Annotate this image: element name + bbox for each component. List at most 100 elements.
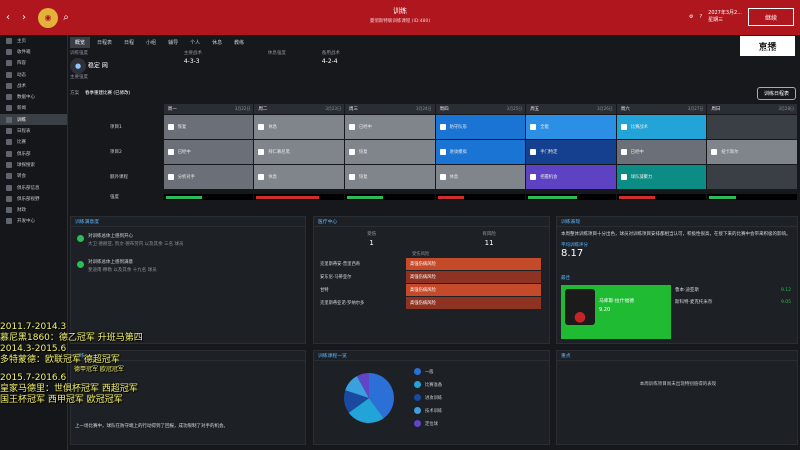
- session-icon: [620, 124, 627, 130]
- session-icon: [620, 149, 627, 155]
- day-header: 周四 3月25日: [435, 104, 526, 114]
- player-name: 克里斯蒂安·普里西奇: [320, 262, 361, 267]
- rank-row[interactable]: 鲁本·迪亚斯 9.12: [675, 285, 793, 295]
- training-session[interactable]: 已经中: [616, 140, 707, 164]
- injury-row[interactable]: 克里斯蒂亚诺·罗纳尔多 高强伤病风险: [314, 297, 549, 309]
- back-icon[interactable]: ‹: [0, 10, 16, 26]
- sidebar-item[interactable]: 转会: [0, 171, 67, 182]
- continue-button[interactable]: 继续: [748, 8, 794, 26]
- session-icon: [439, 149, 446, 155]
- overlay-line: 皇家马德里：世俱杯冠军 西超冠军: [0, 384, 138, 394]
- training-session[interactable]: 纽卡斯尔: [707, 140, 798, 164]
- overlay-line: 2015.7-2016.6: [0, 373, 67, 383]
- happy-icon: [77, 261, 84, 268]
- sidebar-item[interactable]: 俱乐部视野: [0, 193, 67, 204]
- session-icon: [530, 149, 537, 155]
- injury-row[interactable]: 甘特 高强伤病风险: [314, 284, 549, 296]
- search-icon[interactable]: ⌕: [58, 10, 74, 26]
- training-session[interactable]: 进攻模拟: [435, 140, 526, 164]
- sidebar-item[interactable]: 球探搜索: [0, 159, 67, 170]
- day-header: 周六 3月27日: [616, 104, 707, 114]
- schedule-button[interactable]: 训练日程表: [756, 87, 796, 100]
- sidebar-item-label: 战术: [17, 83, 26, 89]
- sidebar-item[interactable]: 主页: [0, 35, 67, 46]
- training-session[interactable]: 恢复: [344, 140, 435, 164]
- session-icon: [620, 174, 627, 180]
- day-header: 周一 3月22日: [163, 104, 254, 114]
- training-session[interactable]: 已经中: [163, 140, 254, 164]
- injury-row[interactable]: 克里斯蒂安·普里西奇 高强伤病风险: [314, 258, 549, 270]
- load-bar: [254, 194, 344, 200]
- sidebar-item[interactable]: 比赛: [0, 137, 67, 148]
- coach-icon: ●: [70, 58, 86, 74]
- training-session[interactable]: 已经中: [344, 115, 435, 139]
- tab-3[interactable]: 小组: [141, 37, 161, 48]
- sidebar-item[interactable]: 动态: [0, 69, 67, 80]
- nav-icon: [6, 48, 12, 55]
- medical-panel: 医疗中心 受伤 1 有风险 11 受伤风险 克里斯蒂安·普里西奇 高强伤病风险 安东尼·…: [313, 216, 550, 344]
- sidebar-item[interactable]: 数据中心: [0, 91, 67, 102]
- training-session[interactable]: 恢复: [163, 115, 254, 139]
- training-session[interactable]: 球队凝聚力: [616, 165, 707, 189]
- nav-icon: [6, 105, 12, 112]
- training-session[interactable]: 手门特定: [526, 140, 616, 164]
- session-icon: [530, 174, 537, 180]
- training-session[interactable]: 把握机会: [526, 165, 616, 189]
- morale-item[interactable]: 对训练总体上感到开心 大卫·德赫亚, 凯文·德布劳内 以及其余 三名 球员: [71, 227, 305, 253]
- club-crest-icon[interactable]: ◉: [38, 7, 58, 28]
- help-icon[interactable]: ?: [699, 14, 702, 20]
- player-name: 甘特: [320, 288, 329, 293]
- rank-row[interactable]: 斯科特·麦克托米奈 9.05: [675, 297, 793, 307]
- training-session[interactable]: 比赛战术: [616, 115, 707, 139]
- tab-0[interactable]: 概览: [70, 36, 91, 48]
- sidebar-item[interactable]: 财政: [0, 204, 67, 215]
- training-session[interactable]: 休息: [435, 165, 526, 189]
- training-session[interactable]: 休息: [254, 115, 344, 139]
- session-icon: [167, 174, 174, 180]
- sidebar-item[interactable]: 训练: [0, 114, 67, 126]
- session-icon: [530, 124, 537, 130]
- forward-icon[interactable]: ›: [16, 10, 32, 26]
- sidebar-item[interactable]: 开发中心: [0, 216, 67, 227]
- sidebar-item-label: 收件箱: [17, 49, 31, 55]
- tab-7[interactable]: 教练: [229, 37, 249, 48]
- load-bar: [344, 194, 435, 200]
- sidebar-item-label: 俱乐部信息: [17, 185, 40, 191]
- training-session[interactable]: [707, 165, 798, 189]
- training-session[interactable]: 防守队形: [435, 115, 526, 139]
- row-label: 额外课程: [110, 175, 128, 180]
- training-session[interactable]: [707, 115, 798, 139]
- nav-icon: [6, 37, 12, 44]
- tab-1[interactable]: 日程表: [92, 37, 117, 48]
- risk-level: 高强伤病风险: [406, 258, 541, 270]
- tab-4[interactable]: 辅导: [163, 37, 183, 48]
- training-session[interactable]: 分析对手: [163, 165, 254, 189]
- nav-icon: [6, 218, 12, 225]
- training-session[interactable]: 恢复: [344, 165, 435, 189]
- tab-5[interactable]: 个人: [185, 37, 205, 48]
- sidebar-item[interactable]: 俱乐部信息: [0, 182, 67, 193]
- sidebar-item[interactable]: 战术: [0, 80, 67, 91]
- day-header: 周二 3月23日: [254, 104, 344, 114]
- training-session[interactable]: 拜仁慕尼黑: [254, 140, 344, 164]
- training-session[interactable]: 全能: [526, 115, 616, 139]
- sidebar-item[interactable]: 收件箱: [0, 46, 67, 57]
- mvp-card[interactable]: ● 马库斯·拉什福德 9.20: [561, 285, 671, 339]
- settings-icon[interactable]: ⚙: [689, 14, 693, 20]
- legend-item: 进攻训练: [414, 391, 442, 404]
- sidebar-item[interactable]: 俱乐部: [0, 148, 67, 159]
- tab-6[interactable]: 休息: [207, 37, 227, 48]
- overlay-line: 2014.3-2015.6: [0, 344, 67, 354]
- sidebar-item-label: 动态: [17, 72, 26, 78]
- sidebar-item[interactable]: 阵容: [0, 58, 67, 69]
- injury-row[interactable]: 安东尼·马蒂亚尔 高强伤病风险: [314, 271, 549, 283]
- room-code: 10298082: [742, 46, 783, 55]
- session-icon: [167, 124, 174, 130]
- training-session[interactable]: 休息: [254, 165, 344, 189]
- nav-icon: [6, 195, 12, 202]
- sidebar-item[interactable]: 新闻: [0, 103, 67, 114]
- morale-item[interactable]: 对训练总体上感到满意 斐迪南·穆勒 以及其余 十九名 球员: [71, 253, 305, 279]
- tab-2[interactable]: 日程: [119, 37, 139, 48]
- legend-item: 比赛准备: [414, 378, 442, 391]
- sidebar-item[interactable]: 日程表: [0, 125, 67, 136]
